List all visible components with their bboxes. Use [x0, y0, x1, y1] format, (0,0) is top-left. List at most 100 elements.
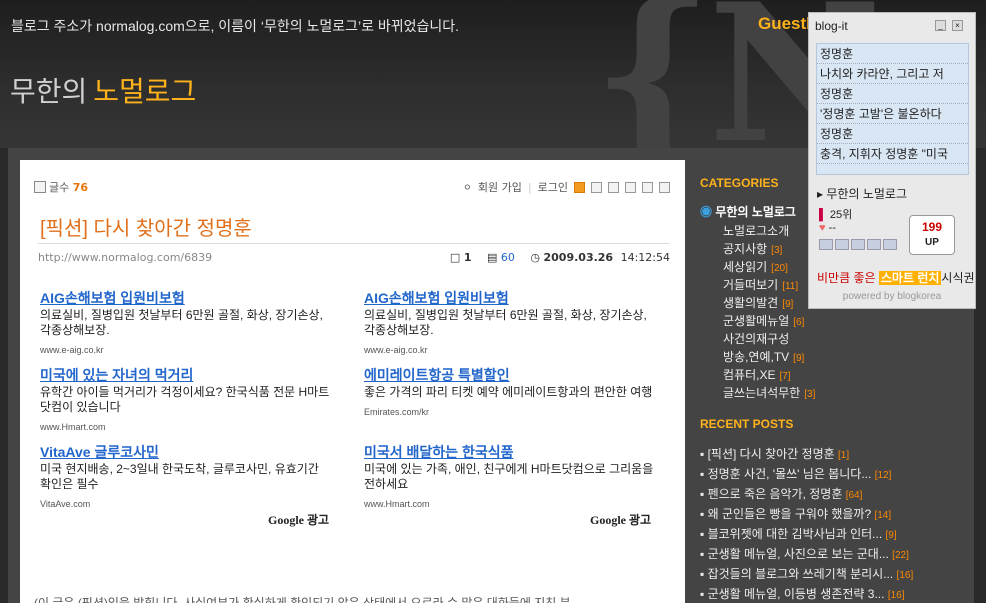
ad-title[interactable]: 미국에 있는 자녀의 먹거리 — [40, 365, 330, 385]
category-item[interactable]: 컴퓨터,XE [7] — [723, 366, 791, 383]
trackback-count[interactable]: 60 — [501, 251, 515, 264]
category-item[interactable]: 방송,연예,TV [9] — [723, 348, 804, 365]
post-meta: http://www.normalog.com/6839 □ 1 ▤ 60 ◷ … — [38, 243, 670, 265]
recent-posts-heading: RECENT POSTS — [700, 417, 794, 431]
gallery-view-icon[interactable] — [659, 181, 670, 193]
trackback-icon: ▤ — [486, 251, 498, 264]
widget-list-item[interactable]: 정명훈 — [817, 84, 968, 104]
recent-post-item[interactable]: ▪ 왜 군인들은 빵을 구워야 했을까? [14] — [700, 505, 891, 522]
category-item[interactable]: 사건의재구성 — [723, 330, 793, 347]
category-item[interactable]: 세상읽기 [20] — [723, 258, 788, 275]
category-item[interactable]: 공지사항 [3] — [723, 240, 782, 257]
widget-list-item[interactable]: 정명훈 — [817, 124, 968, 144]
ad-item[interactable]: 미국에 있는 자녀의 먹거리 유학간 아이들 먹거리가 걱정이세요? 한국식품 … — [40, 365, 330, 434]
category-count: [6] — [793, 317, 805, 328]
comment-icon: □ — [449, 251, 461, 264]
clock-icon: ◷ — [530, 251, 540, 264]
category-root[interactable]: ◉ 무한의 노멀로그 — [700, 203, 796, 220]
recent-post-count: [16] — [896, 570, 914, 581]
mail-icon[interactable] — [819, 239, 833, 250]
post-count-value: 76 — [72, 181, 89, 194]
ad-title[interactable]: VitaAve 글루코사민 — [40, 442, 330, 462]
ad-url[interactable]: www.e-aig.co.kr — [40, 345, 104, 355]
ad-url[interactable]: Emirates.com/kr — [364, 407, 429, 417]
widget-list-item[interactable]: 충격, 지휘자 정명훈 "미국 — [817, 144, 968, 164]
bullet-icon: ▸ — [817, 187, 824, 201]
people-icon[interactable] — [883, 239, 897, 250]
ad-item[interactable]: 미국서 배달하는 한국식품 미국에 있는 가족, 애인, 친구에게 H마트닷컴으… — [364, 442, 654, 511]
user-icon: ⚪ — [462, 180, 472, 194]
login-link[interactable]: 로그인 — [538, 179, 568, 195]
recent-post-title: 군생활 메뉴얼, 사진으로 보는 군대... — [707, 547, 889, 561]
ad-item[interactable]: AIG손해보험 입원비보험 의료실비, 질병입원 첫날부터 6만원 골절, 화상… — [40, 288, 330, 357]
ad-url[interactable]: www.Hmart.com — [40, 422, 106, 432]
widget-blog-name-label: 무한의 노멀로그 — [826, 187, 907, 201]
ad-title[interactable]: 에미레이트항공 특별할인 — [364, 365, 654, 385]
comment-count[interactable]: 1 — [464, 251, 472, 264]
post-url[interactable]: http://www.normalog.com/6839 — [38, 251, 212, 264]
ad-description: 의료실비, 질병입원 첫날부터 6만원 골절, 화상, 장기손상, 각종상해보장… — [40, 308, 323, 337]
ad-title[interactable]: 미국서 배달하는 한국식품 — [364, 442, 654, 462]
recent-post-item[interactable]: ▪ 군생활 메뉴얼, 사진으로 보는 군대... [22] — [700, 545, 909, 562]
grid-view-icon[interactable] — [642, 181, 653, 193]
ad-title[interactable]: AIG손해보험 입원비보험 — [364, 288, 654, 308]
category-item[interactable]: 글쓰는녀석무한 [3] — [723, 384, 815, 401]
recent-post-count: [16] — [887, 590, 905, 601]
widget-ad[interactable]: 비만큼 좋은 스마트 런치 시식권 — [817, 269, 975, 286]
widget-list-item[interactable]: 정명훈 — [817, 44, 968, 64]
mic-icon[interactable] — [835, 239, 849, 250]
recent-post-count: [12] — [874, 470, 892, 481]
ad-url[interactable]: www.e-aig.co.kr — [364, 345, 428, 355]
category-count: [3] — [771, 245, 783, 256]
category-root-label: 무한의 노멀로그 — [715, 205, 796, 219]
close-icon[interactable]: × — [952, 20, 963, 31]
ad-description: 의료실비, 질병입원 첫날부터 6만원 골절, 화상, 장기손상, 각종상해보장… — [364, 308, 647, 337]
edit-icon[interactable] — [608, 181, 619, 193]
category-label: 방송,연예,TV — [723, 350, 790, 364]
recent-post-item[interactable]: ▪ 잡것들의 블로그와 쓰레기책 분리시... [16] — [700, 565, 913, 582]
post-count-label: 글수 — [49, 181, 70, 194]
up-vote-button[interactable]: 199 UP — [909, 215, 955, 255]
site-logo[interactable]: 무한의 노멀로그 — [10, 70, 196, 110]
widget-blog-name[interactable]: ▸ 무한의 노멀로그 — [817, 185, 907, 202]
widget-list-item[interactable]: 나치와 카라얀, 그리고 저 — [817, 64, 968, 84]
post-date: 2009.03.26 — [543, 251, 614, 264]
ad-item[interactable]: VitaAve 글루코사민 미국 현지배송, 2~3일내 한국도착, 글루코사민… — [40, 442, 330, 511]
ad-prefix: 비만큼 좋은 — [817, 271, 879, 285]
category-count: [11] — [782, 281, 799, 292]
recent-post-item[interactable]: ▪ 정명훈 사건, '몰쓰' 님은 봅니다... [12] — [700, 465, 891, 482]
recent-post-item[interactable]: ▪ 블코위젯에 대한 김박사님과 인터... [9] — [700, 525, 897, 542]
category-item[interactable]: 생활의발견 [9] — [723, 294, 793, 311]
post-count: 글수 76 — [34, 179, 88, 195]
category-label: 공지사항 — [723, 242, 768, 256]
google-ads-label[interactable]: Google 광고 — [590, 511, 651, 528]
ad-url[interactable]: www.Hmart.com — [364, 499, 430, 509]
category-item[interactable]: 거들떠보기 [11] — [723, 276, 798, 293]
widget-list-item[interactable]: '정명훈 고발'은 불온하다 — [817, 104, 968, 124]
ad-item[interactable]: 에미레이트항공 특별할인 좋은 가격의 파리 티켓 예약 에미레이트항과의 편안… — [364, 365, 654, 419]
ad-suffix: 시식권 — [941, 271, 975, 285]
powered-by[interactable]: powered by blogkorea — [809, 291, 975, 302]
recent-post-item[interactable]: ▪ [픽션] 다시 찾아간 정명훈 [1] — [700, 445, 849, 462]
share-icon[interactable] — [851, 239, 865, 250]
minimize-icon[interactable]: _ — [935, 20, 946, 31]
up-label: UP — [925, 237, 939, 248]
list-view-icon[interactable] — [625, 181, 636, 193]
help-icon[interactable] — [591, 181, 602, 193]
music-icon[interactable] — [867, 239, 881, 250]
category-item[interactable]: 노멀로그소개 — [723, 222, 793, 239]
signup-link[interactable]: 회원 가입 — [478, 179, 522, 195]
recent-post-item[interactable]: ▪ 군생활 메뉴얼, 이등병 생존전략 3... [16] — [700, 585, 905, 602]
ad-item[interactable]: AIG손해보험 입원비보험 의료실비, 질병입원 첫날부터 6만원 골절, 화상… — [364, 288, 654, 357]
post-title[interactable]: [픽션] 다시 찾아간 정명훈 — [40, 212, 252, 241]
ad-title[interactable]: AIG손해보험 입원비보험 — [40, 288, 330, 308]
ad-description: 미국에 있는 가족, 애인, 친구에게 H마트닷컴으로 그리움을 전하세요 — [364, 462, 654, 491]
category-label: 컴퓨터,XE — [723, 368, 776, 382]
rank-icon: ▌ — [819, 209, 827, 221]
recent-post-item[interactable]: ▪ 펜으로 죽은 음악가, 정명훈 [64] — [700, 485, 862, 502]
rss-icon[interactable] — [574, 181, 585, 193]
category-label: 사건의재구성 — [723, 332, 790, 346]
category-item[interactable]: 군생활메뉴얼 [6] — [723, 312, 804, 329]
ad-url[interactable]: VitaAve.com — [40, 499, 90, 509]
google-ads-label[interactable]: Google 광고 — [268, 511, 329, 528]
